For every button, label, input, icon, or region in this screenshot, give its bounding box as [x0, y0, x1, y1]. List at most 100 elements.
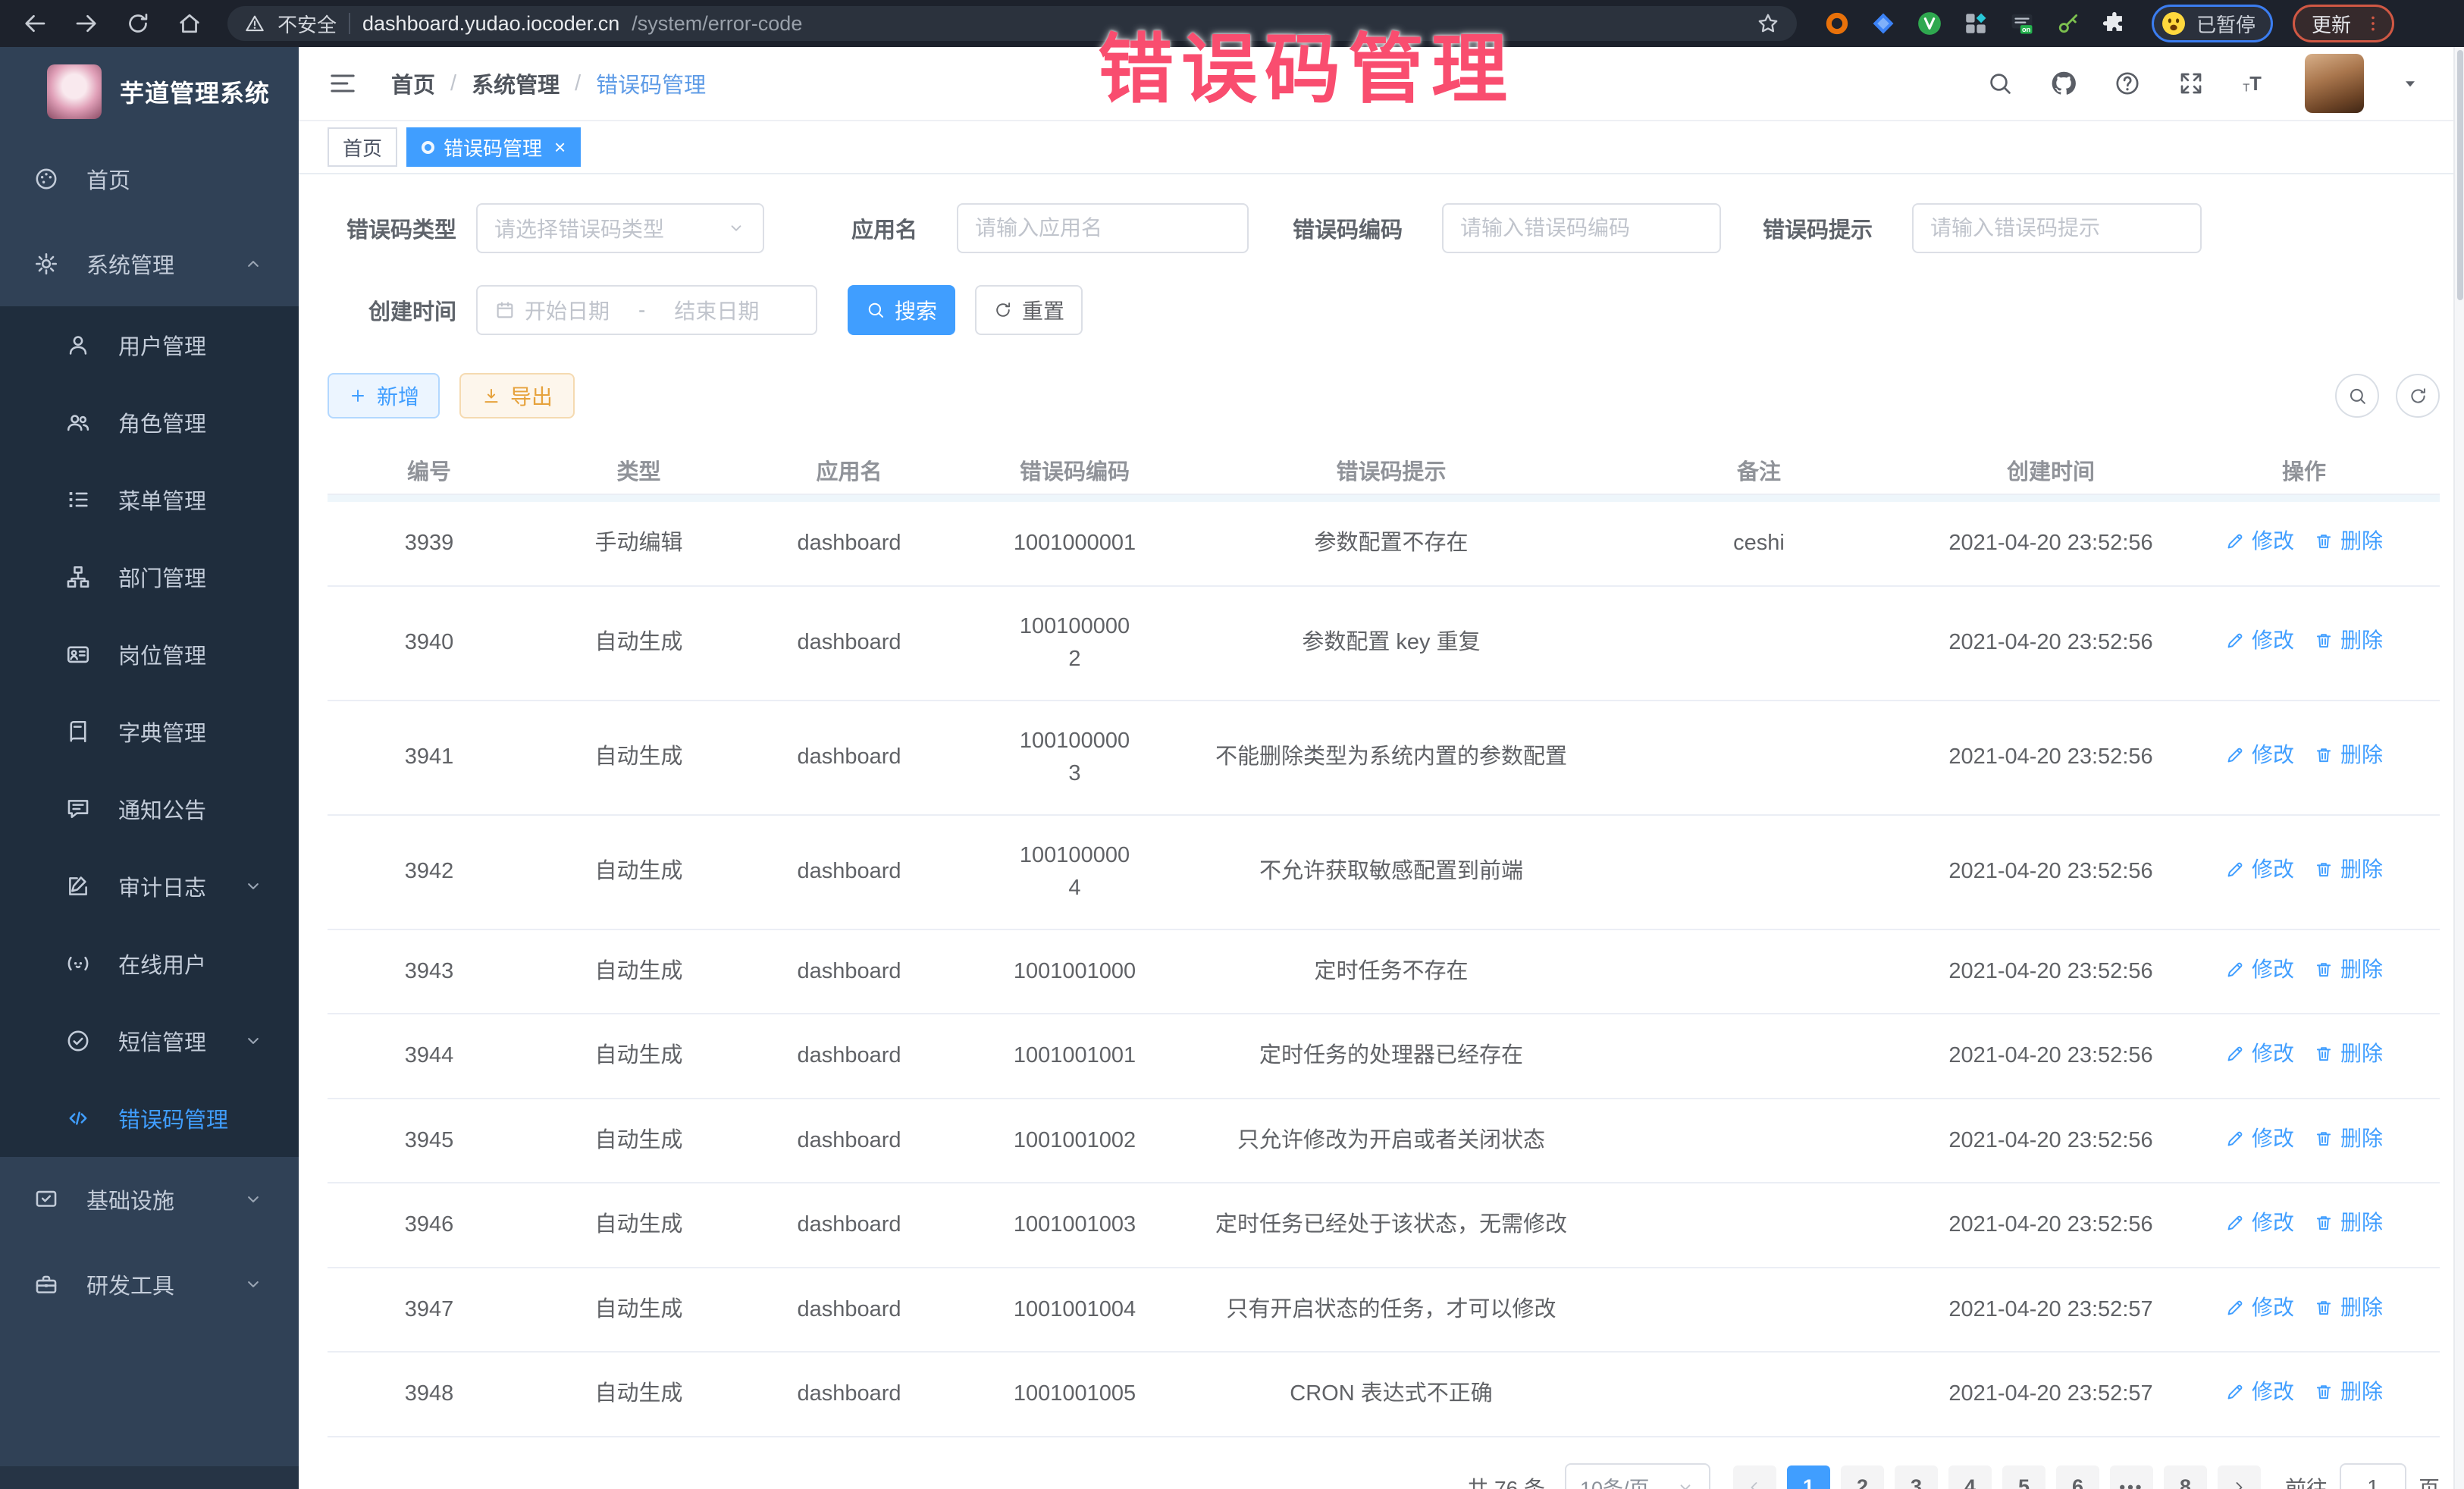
font-size-icon[interactable]: TT [2241, 70, 2268, 97]
browser-update-button[interactable]: 更新 [2293, 5, 2394, 42]
page-button-3[interactable]: 3 [1895, 1465, 1938, 1489]
sidebar-item-字典管理[interactable]: 字典管理 [0, 693, 299, 770]
export-button[interactable]: 导出 [459, 373, 575, 418]
edit-link[interactable]: 修改 [2225, 1292, 2294, 1324]
search-icon[interactable] [1986, 70, 2014, 97]
edit-link[interactable]: 修改 [2225, 625, 2294, 657]
cell-app: dashboard [747, 1014, 951, 1099]
delete-link[interactable]: 删除 [2314, 1292, 2383, 1324]
sidebar-item-岗位管理[interactable]: 岗位管理 [0, 616, 299, 693]
sidebar-item-审计日志[interactable]: 审计日志 [0, 848, 299, 925]
pencil-icon [2225, 1129, 2245, 1149]
bookmark-star-icon[interactable] [1756, 11, 1780, 36]
page-ellipsis-button[interactable]: ••• [2110, 1465, 2153, 1489]
sidebar-item-用户管理[interactable]: 用户管理 [0, 306, 299, 384]
user-avatar[interactable] [2305, 54, 2364, 113]
reset-button[interactable]: 重置 [975, 285, 1083, 335]
sidebar-item-在线用户[interactable]: 在线用户 [0, 925, 299, 1002]
browser-menu-icon[interactable] [2363, 14, 2383, 33]
page-button-1[interactable]: 1 [1787, 1465, 1830, 1489]
app-name-input[interactable] [975, 216, 1230, 240]
prev-page-button[interactable] [1733, 1465, 1776, 1489]
page-button-2[interactable]: 2 [1841, 1465, 1884, 1489]
edit-link[interactable]: 修改 [2225, 1038, 2294, 1070]
page-button-6[interactable]: 6 [2056, 1465, 2099, 1489]
edit-link[interactable]: 修改 [2225, 854, 2294, 886]
sidebar-item-系统管理[interactable]: 系统管理 [0, 221, 299, 306]
add-button[interactable]: 新增 [328, 373, 440, 418]
edit-link[interactable]: 修改 [2225, 1207, 2294, 1239]
scrollbar-thumb[interactable] [2457, 50, 2463, 300]
tag-error-code[interactable]: 错误码管理 × [406, 127, 581, 167]
search-button[interactable]: 搜索 [848, 285, 955, 335]
toggle-search-button[interactable] [2335, 374, 2379, 418]
page-scrollbar[interactable] [2453, 47, 2464, 1489]
sidebar-item-错误码管理[interactable]: 错误码管理 [0, 1080, 299, 1157]
breadcrumb-home[interactable]: 首页 [391, 67, 435, 99]
sidebar-item-首页[interactable]: 首页 [0, 136, 299, 221]
trash-icon [2314, 1298, 2334, 1318]
edit-link[interactable]: 修改 [2225, 1376, 2294, 1408]
page-button-5[interactable]: 5 [2002, 1465, 2045, 1489]
delete-link[interactable]: 删除 [2314, 1038, 2383, 1070]
sidebar-item-研发工具[interactable]: 研发工具 [0, 1242, 299, 1327]
list-on-icon[interactable]: on [2009, 11, 2035, 36]
tag-close-icon[interactable]: × [554, 137, 566, 157]
back-icon[interactable] [21, 10, 49, 37]
puzzle-icon[interactable] [2102, 11, 2127, 36]
error-hint-input[interactable] [1930, 216, 2183, 240]
sidebar-item-部门管理[interactable]: 部门管理 [0, 538, 299, 616]
next-page-button[interactable] [2218, 1465, 2261, 1489]
delete-link[interactable]: 删除 [2314, 854, 2383, 886]
devtools-icon [33, 1271, 59, 1297]
sidebar-collapse-bar[interactable] [0, 1466, 299, 1489]
goto-page-input[interactable] [2340, 1463, 2406, 1489]
edit-link[interactable]: 修改 [2225, 739, 2294, 771]
paused-label: 已暂停 [2196, 10, 2256, 38]
donut-orange-icon[interactable] [1824, 11, 1850, 36]
help-icon[interactable] [2114, 70, 2141, 97]
error-code-input[interactable] [1460, 216, 1703, 240]
security-label[interactable]: 不安全 [277, 10, 337, 38]
edit-link[interactable]: 修改 [2225, 954, 2294, 986]
tag-home[interactable]: 首页 [328, 127, 397, 167]
sidebar-logo-row[interactable]: 芋道管理系统 [0, 47, 299, 136]
error-type-select[interactable]: 请选择错误码类型 [476, 203, 764, 253]
address-bar[interactable]: 不安全 dashboard.yudao.iocoder.cn/system/er… [227, 6, 1797, 41]
delete-link[interactable]: 删除 [2314, 739, 2383, 771]
sidebar-item-短信管理[interactable]: 短信管理 [0, 1002, 299, 1080]
edit-link[interactable]: 修改 [2225, 525, 2294, 557]
circle-v-green-icon[interactable] [1917, 11, 1942, 36]
delete-link[interactable]: 删除 [2314, 954, 2383, 986]
key-green-icon[interactable] [2055, 11, 2081, 36]
delete-link[interactable]: 删除 [2314, 625, 2383, 657]
fullscreen-icon[interactable] [2177, 70, 2205, 97]
sidebar-item-角色管理[interactable]: 角色管理 [0, 384, 299, 461]
trash-icon [2314, 1213, 2334, 1233]
date-range-picker[interactable]: 开始日期 - 结束日期 [476, 285, 817, 335]
refresh-table-button[interactable] [2396, 374, 2440, 418]
sidebar-item-菜单管理[interactable]: 菜单管理 [0, 461, 299, 538]
page-button-4[interactable]: 4 [1948, 1465, 1992, 1489]
breadcrumb-system[interactable]: 系统管理 [472, 67, 560, 99]
forward-icon[interactable] [73, 10, 100, 37]
gem-blue-icon[interactable] [1870, 11, 1896, 36]
home-icon[interactable] [176, 10, 203, 37]
avatar-caret-icon[interactable] [2400, 74, 2420, 93]
delete-link[interactable]: 删除 [2314, 1207, 2383, 1239]
sidebar-item-通知公告[interactable]: 通知公告 [0, 770, 299, 848]
sidebar-item-基础设施[interactable]: 基础设施 [0, 1157, 299, 1242]
page-button-8[interactable]: 8 [2164, 1465, 2207, 1489]
refresh-icon [2408, 386, 2428, 406]
delete-link[interactable]: 删除 [2314, 525, 2383, 557]
profile-paused-badge[interactable]: 已暂停 [2152, 5, 2273, 42]
grid-teal-icon[interactable] [1963, 11, 1989, 36]
edit-link[interactable]: 修改 [2225, 1123, 2294, 1155]
page-size-select[interactable]: 10条/页 [1565, 1463, 1710, 1489]
delete-link[interactable]: 删除 [2314, 1376, 2383, 1408]
topbar: 首页 / 系统管理 / 错误码管理 TT [299, 47, 2464, 121]
github-icon[interactable] [2050, 70, 2077, 97]
delete-link[interactable]: 删除 [2314, 1123, 2383, 1155]
hamburger-icon[interactable] [328, 68, 358, 99]
reload-icon[interactable] [124, 10, 152, 37]
